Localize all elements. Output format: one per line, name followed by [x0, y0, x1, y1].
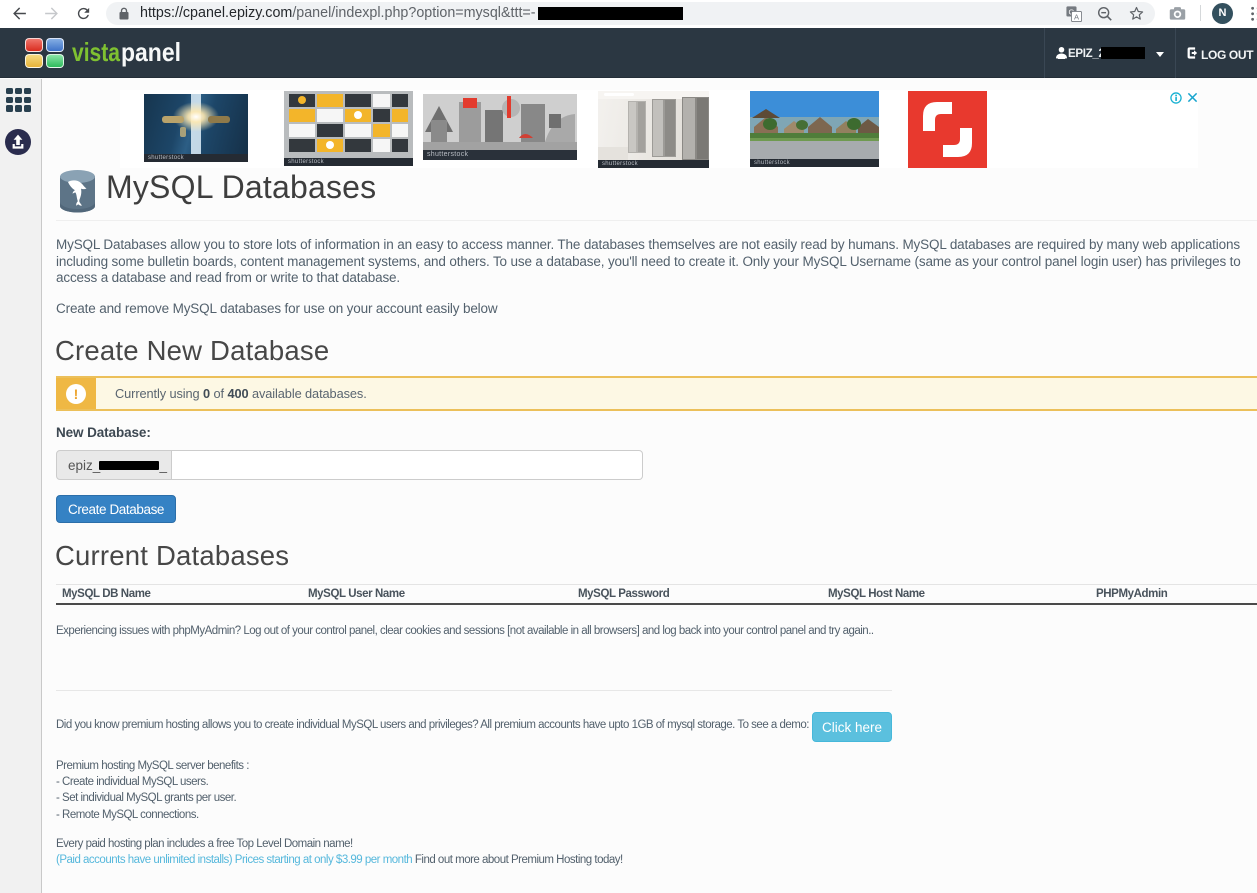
lock-icon — [119, 7, 129, 20]
chevron-down-icon[interactable] — [1156, 52, 1164, 57]
ad-banner[interactable]: shutterstock shutterstock — [120, 90, 1198, 168]
browser-chrome: https://cpanel.epizy.com/panel/indexpl.p… — [0, 0, 1257, 28]
find-out-text: Find out more about Premium Hosting toda… — [412, 854, 623, 866]
ad-thumb-door[interactable]: shutterstock — [144, 94, 248, 162]
browser-menu-icon[interactable] — [1250, 6, 1257, 22]
ad-thumb-houses[interactable]: shutterstock — [750, 91, 879, 167]
col-user-name: MySQL User Name — [302, 585, 572, 605]
alert-text: Currently using 0 of 400 available datab… — [115, 386, 367, 401]
toolbar-divider — [1200, 5, 1201, 21]
account-username[interactable]: EPIZ_2 — [1068, 48, 1105, 60]
bookmark-star-icon[interactable] — [1128, 5, 1145, 22]
create-database-button[interactable]: Create Database — [56, 495, 176, 523]
ad-close-icon[interactable] — [1187, 92, 1198, 103]
benefits-title: Premium hosting MySQL server benefits : — [56, 758, 249, 774]
page-title: MySQL Databases — [106, 169, 376, 206]
ad-thumb-shutterstock-logo[interactable] — [908, 91, 987, 168]
intro-paragraph: MySQL Databases allow you to store lots … — [56, 237, 1244, 286]
apps-grid-icon[interactable] — [6, 88, 32, 113]
browser-profile-avatar[interactable]: N — [1212, 3, 1233, 24]
header-divider — [56, 220, 1257, 221]
forward-icon[interactable] — [43, 5, 60, 22]
ad-thumb-templates[interactable]: shutterstock — [284, 91, 413, 166]
upload-icon[interactable] — [5, 129, 31, 155]
benefit-item: - Set individual MySQL grants per user. — [56, 790, 249, 806]
zoom-out-icon[interactable] — [1097, 6, 1113, 22]
db-prefix-addon: epiz_ _ — [56, 450, 172, 480]
refresh-icon[interactable] — [75, 5, 92, 22]
col-phpmyadmin: PHPMyAdmin — [1090, 585, 1257, 605]
ad-thumb-city[interactable]: shutterstock — [423, 94, 577, 160]
brand-panel: panel — [121, 37, 181, 67]
ad-info-icon[interactable] — [1170, 92, 1182, 104]
brand-vista: vista — [72, 37, 120, 67]
ad-thumb-elevator[interactable]: shutterstock — [598, 91, 709, 168]
navbar-separator — [1044, 28, 1045, 78]
left-sidebar — [0, 79, 42, 893]
create-db-heading: Create New Database — [55, 335, 329, 367]
translate-icon[interactable]: G A — [1066, 6, 1082, 22]
benefit-item: - Remote MySQL connections. — [56, 807, 249, 823]
footer-promo: Every paid hosting plan includes a free … — [56, 836, 623, 869]
premium-promo-text: Did you know premium hosting allows you … — [56, 719, 809, 731]
benefits-list: Premium hosting MySQL server benefits : … — [56, 758, 249, 824]
prefix-redaction — [99, 461, 160, 471]
logout-button[interactable]: LOG OUT — [1201, 48, 1253, 62]
usage-alert: ! Currently using 0 of 400 available dat… — [56, 376, 1257, 411]
navbar-separator — [1175, 28, 1176, 78]
col-host-name: MySQL Host Name — [822, 585, 1090, 605]
back-icon[interactable] — [11, 5, 28, 22]
username-redaction — [1101, 47, 1145, 59]
current-db-heading: Current Databases — [55, 540, 289, 572]
databases-table: MySQL DB Name MySQL User Name MySQL Pass… — [56, 584, 1257, 605]
benefit-item: - Create individual MySQL users. — [56, 774, 249, 790]
url[interactable]: https://cpanel.epizy.com/panel/indexpl.p… — [140, 5, 536, 21]
brand-wordmark[interactable]: vista panel — [70, 36, 190, 70]
vistapanel-logo[interactable] — [25, 38, 64, 68]
logout-icon — [1187, 47, 1200, 59]
camera-icon[interactable] — [1169, 6, 1186, 21]
user-icon — [1055, 46, 1068, 59]
new-database-input[interactable] — [172, 450, 643, 480]
url-redaction — [538, 7, 683, 20]
intro-paragraph-2: Create and remove MySQL databases for us… — [56, 301, 498, 316]
section-divider — [56, 690, 892, 691]
alert-warning-icon: ! — [56, 378, 96, 409]
col-password: MySQL Password — [572, 585, 822, 605]
click-here-button[interactable]: Click here — [812, 712, 892, 742]
pricing-link[interactable]: (Paid accounts have unlimited installs) … — [56, 854, 412, 866]
mysql-database-icon — [58, 169, 97, 214]
phpmyadmin-note: Experiencing issues with phpMyAdmin? Log… — [56, 625, 874, 637]
col-db-name: MySQL DB Name — [56, 585, 302, 605]
new-database-label: New Database: — [56, 425, 151, 440]
tld-line: Every paid hosting plan includes a free … — [56, 836, 623, 852]
